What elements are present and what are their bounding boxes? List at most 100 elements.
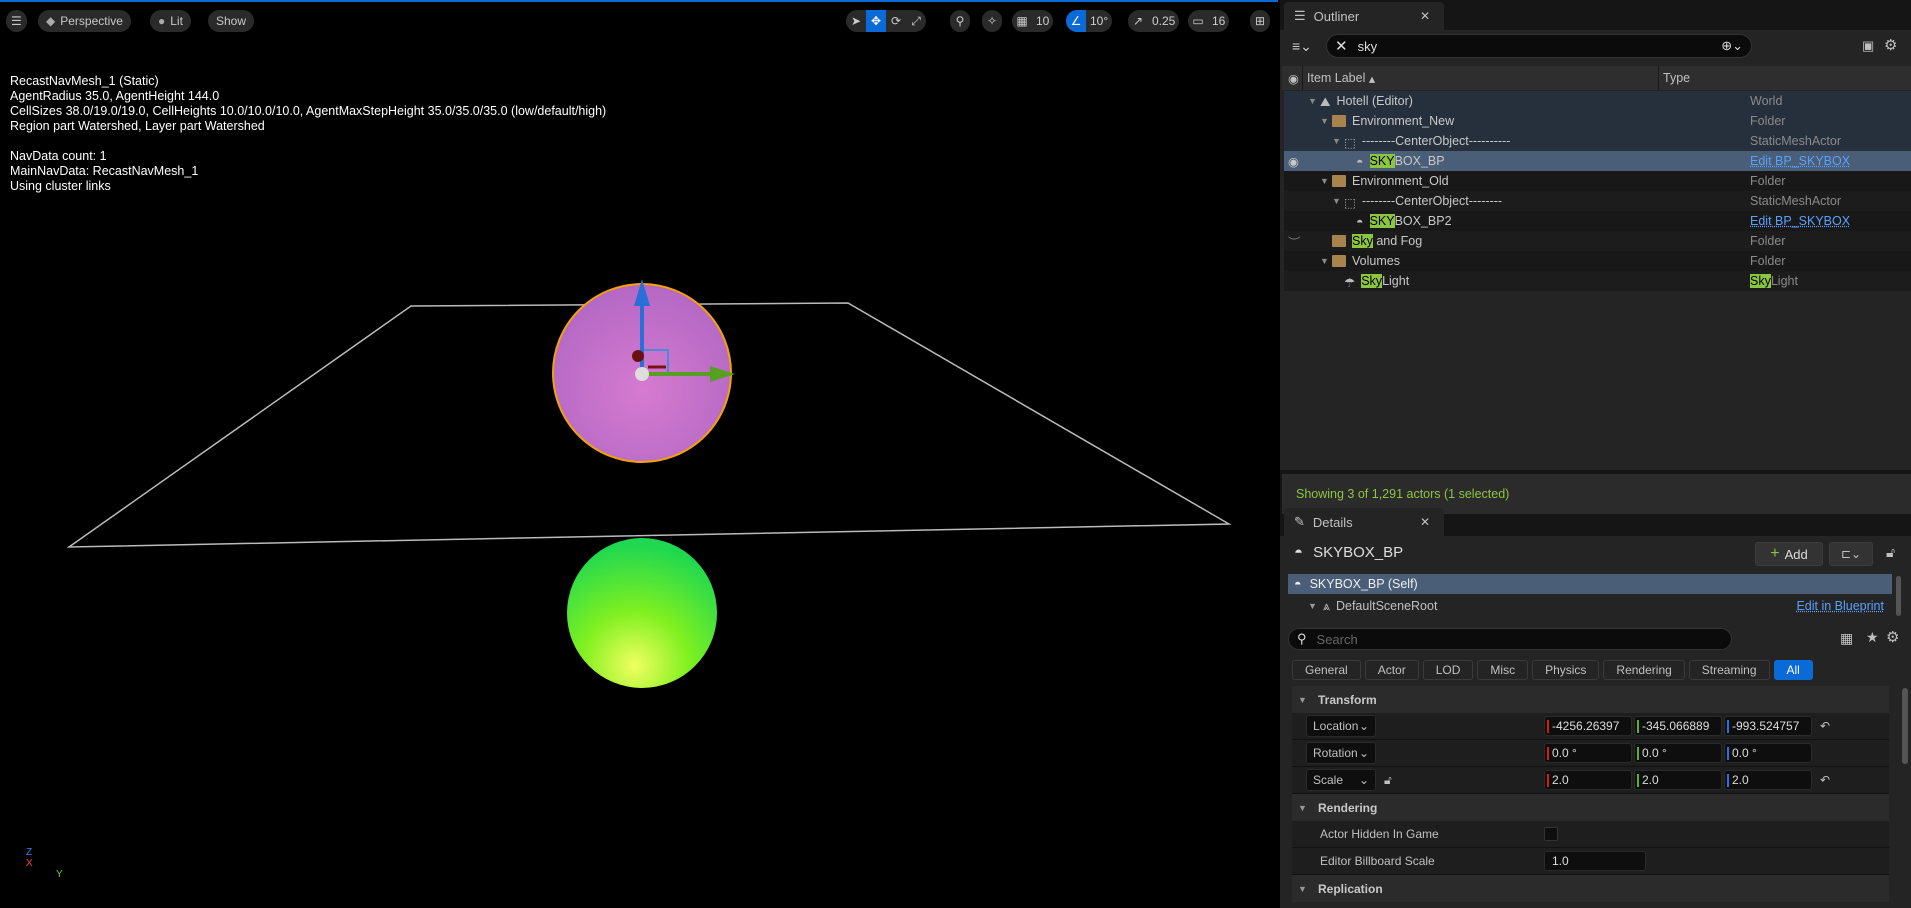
component-default-scene-root[interactable]: ▼ ⩓ DefaultSceneRoot Edit in Blueprint [1288,596,1892,616]
details-scrollbar[interactable] [1902,688,1908,764]
filter-tab-rendering[interactable]: Rendering [1603,660,1685,680]
row-label: Environment_Old [1352,174,1449,188]
plus-icon: + [1770,545,1780,562]
scene-component-icon: ⩓ [1322,598,1330,613]
row-label: Hotell (Editor) [1336,94,1413,108]
skybox-sphere-2 [567,538,717,688]
section-transform[interactable]: Transform [1292,686,1889,713]
outliner-header: ◉ Item Label ▴ Type [1282,66,1911,90]
location-x-field[interactable]: -4256.26397 [1544,716,1632,736]
rotation-z-field[interactable]: 0.0 ° [1724,743,1812,763]
blueprint-options-button[interactable]: ⊏⌄ [1829,542,1873,566]
billboard-scale-field[interactable]: 1.0 [1544,851,1646,871]
section-rendering[interactable]: Rendering [1292,794,1889,821]
unlock-icon[interactable]: 🔓︎ [1384,773,1392,788]
row-label: SKYBOX_BP2 [1369,214,1452,228]
outliner-row[interactable]: ▼ ⛰ Hotell (Editor) World [1284,91,1911,111]
outliner-search-input[interactable]: ✕ sky ⊕⌄ [1326,34,1752,58]
settings-icon[interactable]: ⚙ [1886,628,1899,646]
outliner-row[interactable]: ☂ SkyLight SkyLight [1284,271,1911,291]
clear-search-icon[interactable]: ✕ [1335,37,1348,55]
filter-tab-misc[interactable]: Misc [1477,660,1529,680]
filter-icon[interactable]: ≡⌄ [1292,38,1312,55]
reset-icon[interactable]: ↶ [1820,719,1830,733]
scale-z-field[interactable]: 2.0 [1724,770,1812,790]
column-item-label[interactable]: Item Label ▴ [1302,66,1658,90]
blueprint-actor-icon: ◓ [1356,155,1364,169]
level-viewport[interactable]: ☰ ◆ Perspective ● Lit Show ➤ ✥ ⟳ ⤢ ⚲ ✧ ▦ 10 ∠ 1… [0,0,1278,908]
component-self[interactable]: ◓ SKYBOX_BP (Self) [1288,574,1892,594]
row-type[interactable]: Edit BP_SKYBOX [1750,214,1850,228]
expand-arrow-icon[interactable]: ▼ [1320,256,1332,266]
scale-y-field[interactable]: 2.0 [1634,770,1722,790]
filter-tab-all[interactable]: All [1773,660,1813,680]
hidden-icon[interactable]: ︶ [1288,232,1301,251]
close-icon[interactable]: ✕ [1420,9,1430,23]
outliner-row[interactable]: ▼ Environment_Old Folder [1284,171,1911,191]
outliner-row[interactable]: ︶ Sky and Fog Folder [1284,231,1911,251]
chevron-down-icon: ⌄ [1358,773,1369,787]
edit-in-blueprint-link[interactable]: Edit in Blueprint [1796,599,1884,613]
lock-icon[interactable]: 🔓︎ [1886,544,1895,561]
outliner-row[interactable]: ◉ ◓ SKYBOX_BP Edit BP_SKYBOX [1284,151,1911,171]
outliner-row[interactable]: ◓ SKYBOX_BP2 Edit BP_SKYBOX [1284,211,1911,231]
search-icon: ⚲ [1297,631,1307,646]
scale-dropdown[interactable]: Scale ⌄ [1306,769,1376,791]
folder-open-icon [1332,175,1346,187]
expand-arrow-icon[interactable]: ▼ [1332,196,1344,206]
actor-hidden-checkbox[interactable] [1544,827,1558,841]
rotation-x-field[interactable]: 0.0 ° [1544,743,1632,763]
skylight-icon: ☂ [1344,276,1356,290]
details-search-input[interactable]: ⚲ Search [1288,628,1732,650]
filter-tab-lod[interactable]: LOD [1422,660,1474,680]
folder-open-icon [1332,115,1346,127]
filter-tab-general[interactable]: General [1292,660,1361,680]
new-folder-icon[interactable]: ▣ [1862,38,1874,54]
close-icon[interactable]: ✕ [1420,515,1430,529]
hierarchy-icon: ⊏⌄ [1840,547,1862,561]
filter-tab-actor[interactable]: Actor [1364,660,1419,680]
row-label: Sky and Fog [1352,234,1423,248]
row-type[interactable]: Edit BP_SKYBOX [1750,154,1850,168]
row-type: Folder [1750,114,1786,128]
blueprint-actor-icon: ◓ [1294,577,1302,591]
outliner-row[interactable]: ▼ Volumes Folder [1284,251,1911,271]
location-z-field[interactable]: -993.524757 [1724,716,1812,736]
visibility-icon[interactable]: ◉ [1288,154,1299,169]
section-replication[interactable]: Replication [1292,875,1889,902]
side-panels: ☰ Outliner ✕ ≡⌄ ✕ sky ⊕⌄ ▣ ⚙ ◉ Item Label ▴… [1280,0,1911,908]
expand-arrow-icon[interactable]: ▼ [1308,96,1320,106]
row-label: --------CenterObject---------- [1361,134,1511,148]
expand-arrow-icon[interactable]: ▼ [1320,116,1332,126]
scene [66,279,1232,688]
property-matrix-icon[interactable]: ▦ [1840,630,1853,647]
outliner-row[interactable]: ▼ ⬚ --------CenterObject---------- StaticMe… [1284,131,1911,151]
location-y-field[interactable]: -345.066889 [1634,716,1722,736]
row-label: SkyLight [1361,274,1410,288]
row-type: World [1750,94,1783,108]
rotation-y-field[interactable]: 0.0 ° [1634,743,1722,763]
filter-tab-streaming[interactable]: Streaming [1688,660,1770,680]
outliner-row[interactable]: ▼ ⬚ --------CenterObject-------- StaticMesh… [1284,191,1911,211]
filter-tab-physics[interactable]: Physics [1532,660,1600,680]
tab-outliner[interactable]: ☰ Outliner ✕ [1284,2,1444,30]
expand-arrow-icon[interactable]: ▼ [1320,176,1332,186]
column-type[interactable]: Type [1658,66,1690,90]
component-scrollbar[interactable] [1896,576,1901,616]
outliner-row[interactable]: ▼ Environment_New Folder [1284,111,1911,131]
category-filters: General Actor LOD Misc Physics Rendering Strea… [1292,660,1813,680]
row-type: Folder [1750,174,1786,188]
settings-icon[interactable]: ⚙ [1884,36,1897,54]
visibility-icon[interactable]: ◉ [1282,71,1302,86]
details-icon: ✎ [1294,514,1305,529]
rotation-dropdown[interactable]: Rotation ⌄ [1306,742,1376,764]
favorites-star-icon[interactable]: ★ [1866,629,1879,646]
reset-icon[interactable]: ↶ [1820,773,1830,787]
tab-details[interactable]: ✎ Details ✕ [1284,508,1444,536]
scale-x-field[interactable]: 2.0 [1544,770,1632,790]
row-type: StaticMeshActor [1750,134,1842,148]
add-component-button[interactable]: + Add [1755,542,1823,566]
expand-arrow-icon[interactable]: ▼ [1332,136,1344,146]
location-dropdown[interactable]: Location ⌄ [1306,715,1376,737]
add-filter-icon[interactable]: ⊕⌄ [1721,38,1743,54]
